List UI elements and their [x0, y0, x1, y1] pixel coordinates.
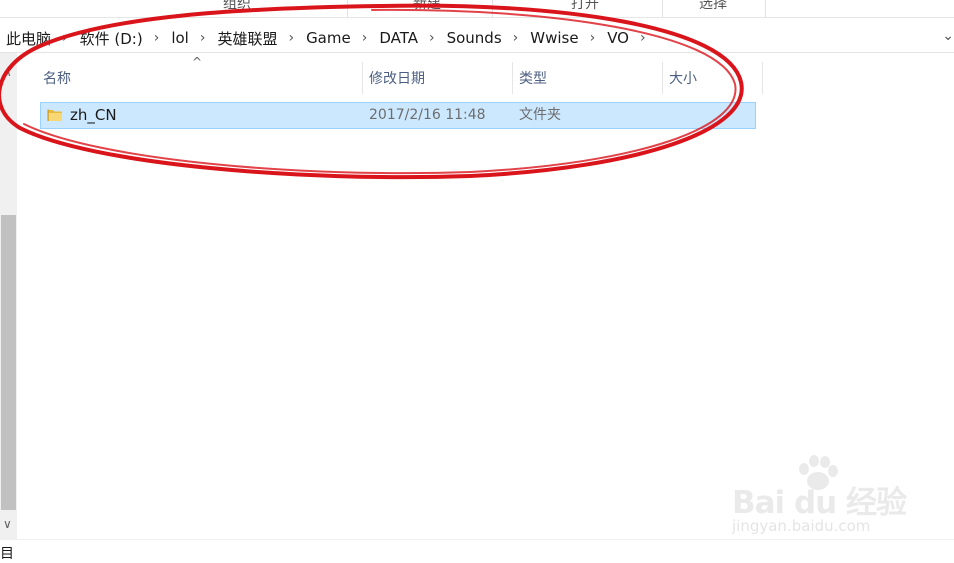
scrollbar-thumb[interactable] — [1, 215, 16, 510]
folder-icon — [47, 109, 62, 121]
ribbon-divider — [347, 0, 348, 17]
breadcrumb-chevron-icon[interactable]: › — [200, 30, 206, 46]
breadcrumb-wwise[interactable]: Wwise — [528, 29, 580, 47]
ribbon-group-organize: 组织 — [223, 0, 251, 12]
watermark-brand: Bai du 经验 — [732, 485, 907, 521]
scroll-up-chevron-icon[interactable]: ∧ — [3, 65, 12, 79]
column-header-type[interactable]: 类型 — [512, 62, 662, 94]
file-modified-date: 2017/2/16 11:48 — [369, 107, 486, 123]
breadcrumb-sounds[interactable]: Sounds — [445, 29, 504, 47]
column-header-size[interactable]: 大小 — [662, 62, 762, 94]
column-header-name-label: 名称 — [43, 71, 71, 87]
ribbon-divider — [662, 0, 663, 17]
breadcrumb-league-of-legends[interactable]: 英雄联盟 — [215, 28, 279, 49]
ribbon-divider — [765, 0, 766, 17]
breadcrumb-chevron-icon[interactable]: › — [154, 30, 160, 46]
file-name: zh_CN — [70, 106, 117, 124]
ribbon-group-select: 选择 — [699, 0, 727, 12]
file-type: 文件夹 — [519, 107, 561, 123]
breadcrumb-chevron-icon[interactable]: › — [362, 30, 368, 46]
ribbon-divider — [492, 0, 493, 17]
address-history-chevron-down-icon[interactable]: ⌄ — [942, 28, 954, 44]
breadcrumb-data[interactable]: DATA — [377, 29, 420, 47]
column-header-size-label: 大小 — [669, 71, 697, 87]
ribbon-group-open: 打开 — [571, 0, 599, 12]
file-row-zh-cn[interactable]: zh_CN 2017/2/16 11:48 文件夹 — [40, 102, 756, 129]
address-bar[interactable]: 此电脑 › 软件 (D:) › lol › 英雄联盟 › Game › DATA… — [0, 24, 954, 52]
ribbon-group-new: 新建 — [413, 0, 441, 12]
column-header-name[interactable]: 名称 — [36, 62, 362, 94]
ribbon-group-labels: 组织 新建 打开 选择 — [0, 0, 954, 18]
nav-pane-scrollbar[interactable]: ∧ ∨ — [0, 53, 17, 539]
watermark-url: jingyan.baidu.com — [732, 517, 871, 535]
breadcrumb-drive-d[interactable]: 软件 (D:) — [78, 28, 145, 49]
breadcrumb-chevron-icon[interactable]: › — [590, 30, 596, 46]
breadcrumb-chevron-icon[interactable]: › — [288, 30, 294, 46]
breadcrumb: 此电脑 › 软件 (D:) › lol › 英雄联盟 › Game › DATA… — [4, 24, 656, 52]
breadcrumb-chevron-icon[interactable]: › — [513, 30, 519, 46]
baidu-jingyan-watermark: Bai du 经验 jingyan.baidu.com — [730, 455, 910, 545]
breadcrumb-chevron-icon[interactable]: › — [62, 30, 68, 46]
breadcrumb-vo[interactable]: VO — [605, 29, 631, 47]
address-bar-divider — [0, 52, 954, 53]
breadcrumb-this-pc[interactable]: 此电脑 — [4, 28, 53, 49]
scroll-down-chevron-icon[interactable]: ∨ — [3, 517, 12, 531]
column-divider[interactable] — [762, 62, 763, 94]
breadcrumb-chevron-icon[interactable]: › — [429, 30, 435, 46]
breadcrumb-chevron-icon[interactable]: › — [640, 30, 646, 46]
breadcrumb-lol[interactable]: lol — [169, 29, 191, 47]
column-header-date-label: 修改日期 — [369, 71, 425, 87]
status-item-count: 目 — [0, 546, 14, 562]
column-header-date[interactable]: 修改日期 — [362, 62, 512, 94]
column-header-type-label: 类型 — [519, 71, 547, 87]
breadcrumb-game[interactable]: Game — [304, 29, 353, 47]
